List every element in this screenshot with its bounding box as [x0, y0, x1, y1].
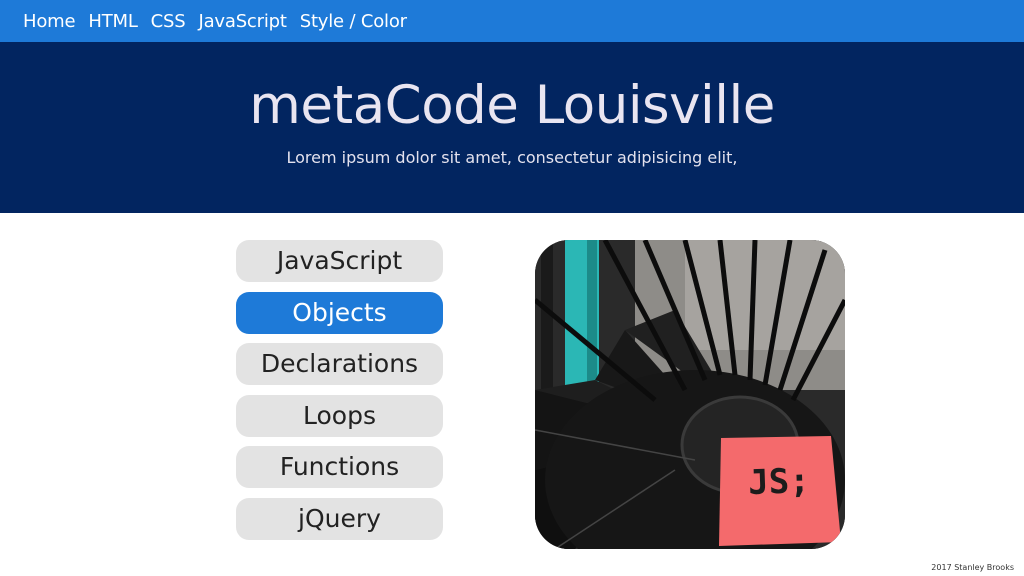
staircase-photo-graphic — [535, 240, 845, 549]
topic-menu: JavaScript Objects Declarations Loops Fu… — [236, 240, 443, 549]
menu-button-objects[interactable]: Objects — [236, 291, 443, 334]
menu-button-javascript[interactable]: JavaScript — [236, 240, 443, 282]
page: Home HTML CSS JavaScript Style / Color m… — [0, 0, 1024, 576]
top-nav: Home HTML CSS JavaScript Style / Color — [0, 0, 1024, 42]
menu-button-functions[interactable]: Functions — [236, 446, 443, 488]
menu-button-declarations[interactable]: Declarations — [236, 343, 443, 385]
footer-credit: 2017 Stanley Brooks — [931, 563, 1014, 572]
page-title: metaCode Louisville — [249, 75, 775, 136]
menu-button-loops[interactable]: Loops — [236, 394, 443, 437]
page-subtitle: Lorem ipsum dolor sit amet, consectetur … — [286, 148, 738, 167]
nav-link-style-color[interactable]: Style / Color — [300, 11, 407, 32]
nav-link-javascript[interactable]: JavaScript — [198, 11, 286, 32]
staircase-photo: JS; — [535, 240, 845, 549]
menu-button-jquery[interactable]: jQuery — [236, 497, 443, 540]
sticky-note-text: JS; — [747, 460, 811, 504]
nav-link-css[interactable]: CSS — [151, 11, 186, 32]
nav-link-html[interactable]: HTML — [88, 11, 137, 32]
hero-banner: metaCode Louisville Lorem ipsum dolor si… — [0, 42, 1024, 213]
nav-link-home[interactable]: Home — [23, 11, 76, 32]
